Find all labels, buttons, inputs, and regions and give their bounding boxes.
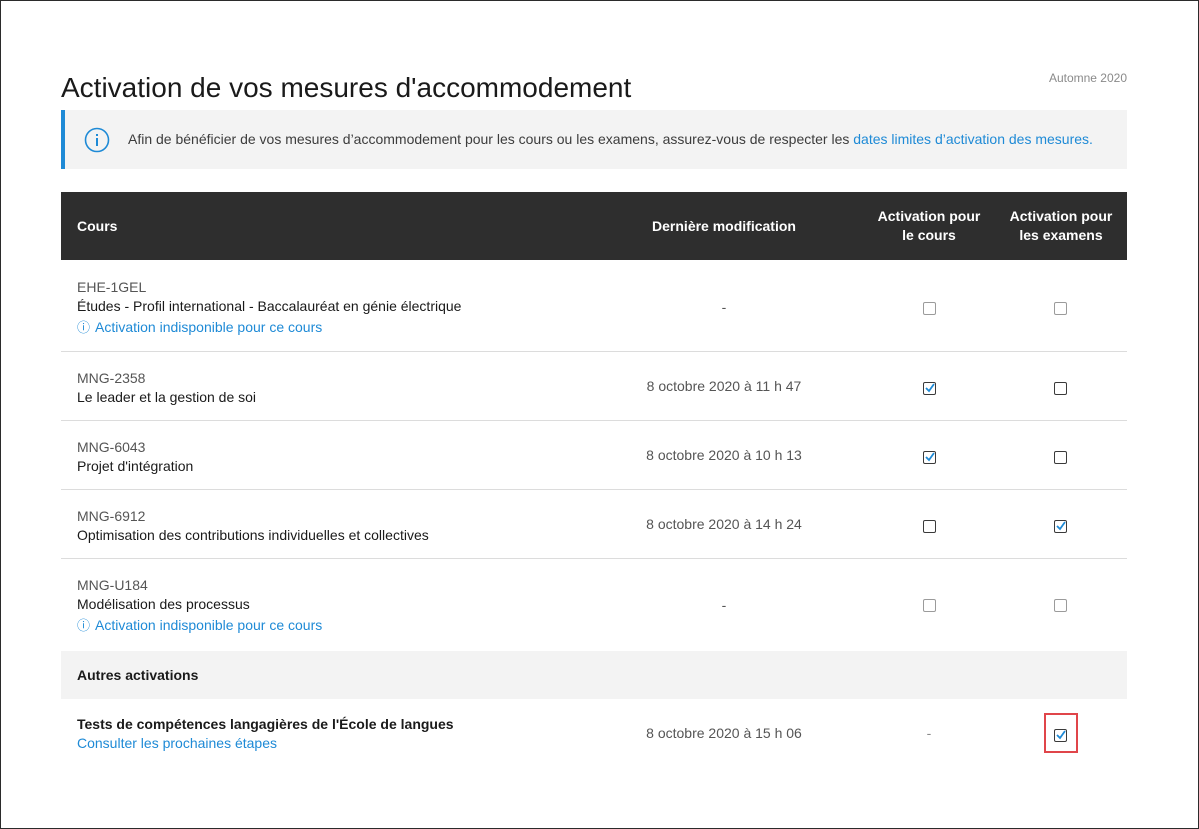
last-modified: 8 octobre 2020 à 11 h 47 (646, 378, 802, 394)
course-activation-checkbox[interactable] (923, 451, 936, 464)
checkmark-icon (1056, 521, 1066, 531)
course-name: Études - Profil international - Baccalau… (77, 298, 462, 314)
next-steps-link[interactable]: Consulter les prochaines étapes (77, 735, 277, 751)
table-row: MNG-6043 Projet d'intégration 8 octobre … (61, 421, 1127, 490)
page-title: Activation de vos mesures d'accommodemen… (61, 71, 632, 103)
course-code: MNG-U184 (77, 577, 148, 593)
last-modified: 8 octobre 2020 à 10 h 13 (646, 447, 802, 463)
course-name: Modélisation des processus (77, 596, 250, 612)
other-activations-section: Autres activations (61, 651, 1127, 699)
exam-activation-checkbox[interactable] (1054, 520, 1067, 533)
course-activation-checkbox[interactable] (923, 382, 936, 395)
course-activation-empty: - (926, 725, 932, 741)
table-row: Tests de compétences langagières de l'Éc… (61, 699, 1127, 769)
last-modified: 8 octobre 2020 à 14 h 24 (646, 516, 802, 532)
header-last-modified: Dernière modification (652, 218, 796, 234)
last-modified: - (721, 597, 727, 613)
exam-activation-checkbox[interactable] (1054, 451, 1067, 464)
table-header: Cours Dernière modification Activation p… (61, 192, 1127, 260)
course-activation-checkbox (923, 599, 936, 612)
activation-name: Tests de compétences langagières de l'Éc… (77, 716, 454, 732)
header-activation-course-line1: Activation pour (877, 208, 981, 224)
course-activation-checkbox[interactable] (923, 520, 936, 533)
header-activation-course-line2: le cours (902, 227, 956, 243)
info-circle-icon: ⓘ (77, 618, 91, 633)
header-activation-course: Activation pour le cours (869, 192, 989, 260)
last-modified: 8 octobre 2020 à 15 h 06 (646, 725, 802, 741)
table-row: MNG-2358 Le leader et la gestion de soi … (61, 352, 1127, 421)
other-activations-label: Autres activations (77, 667, 199, 683)
unavailable-text: Activation indisponible pour ce cours (95, 319, 323, 335)
session-label: Automne 2020 (1048, 71, 1127, 85)
page-frame: Activation de vos mesures d'accommodemen… (0, 0, 1199, 829)
course-code: MNG-2358 (77, 370, 146, 386)
header-activation-exam-line1: Activation pour (1009, 208, 1113, 224)
course-name: Le leader et la gestion de soi (77, 389, 257, 405)
notice-message: Afin de bénéficier de vos mesures d’acco… (128, 131, 854, 147)
exam-activation-checkbox (1054, 599, 1067, 612)
table-row: MNG-6912 Optimisation des contributions … (61, 490, 1127, 559)
unavailable-text: Activation indisponible pour ce cours (95, 617, 323, 633)
info-icon (84, 127, 110, 153)
unavailable-notice: ⓘ Activation indisponible pour ce cours (77, 615, 322, 634)
header-activation-exam-line2: les examens (1019, 227, 1103, 243)
info-notice: Afin de bénéficier de vos mesures d’acco… (61, 110, 1127, 169)
info-circle-icon: ⓘ (77, 320, 91, 335)
table-row: EHE-1GEL Études - Profil international -… (61, 260, 1127, 352)
course-name: Optimisation des contributions individue… (77, 527, 429, 543)
course-code: EHE-1GEL (77, 279, 147, 295)
checkmark-icon (925, 383, 935, 393)
deadlines-link[interactable]: dates limites d’activation des mesures. (853, 131, 1093, 147)
table-row: MNG-U184 Modélisation des processus ⓘ Act… (61, 559, 1127, 651)
header-activation-exam: Activation pour les examens (1001, 192, 1121, 260)
checkmark-icon (925, 452, 935, 462)
exam-activation-checkbox[interactable] (1054, 382, 1067, 395)
course-code: MNG-6043 (77, 439, 146, 455)
unavailable-notice: ⓘ Activation indisponible pour ce cours (77, 317, 322, 336)
last-modified: - (721, 299, 727, 315)
header-course: Cours (77, 218, 118, 234)
exam-activation-checkbox (1054, 302, 1067, 315)
course-activation-checkbox (923, 302, 936, 315)
highlight-box (1044, 713, 1078, 753)
notice-text: Afin de bénéficier de vos mesures d’acco… (128, 131, 1093, 147)
course-code: MNG-6912 (77, 508, 146, 524)
course-name: Projet d'intégration (77, 458, 194, 474)
